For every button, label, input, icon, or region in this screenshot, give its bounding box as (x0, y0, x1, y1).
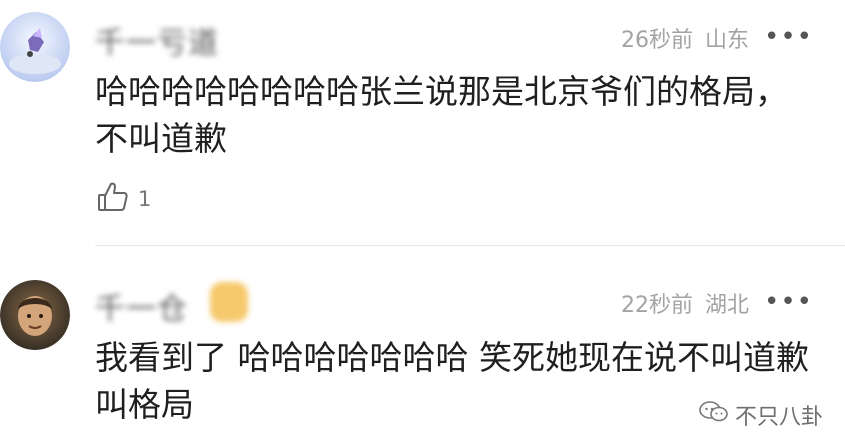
comment-location: 湖北 (704, 293, 749, 318)
more-dots-icon[interactable]: ••• (764, 289, 813, 315)
comment-meta: 22秒前 湖北 (621, 287, 749, 319)
thumbs-up-icon (96, 180, 130, 218)
comment-content: 哈哈哈哈哈哈哈哈张兰说那是北京爷们的格局，不叫道歉 (95, 72, 788, 158)
more-dots-icon[interactable]: ••• (764, 24, 813, 50)
avatar[interactable] (0, 280, 70, 350)
comment-meta: 26秒前 山东 (621, 22, 749, 54)
avatar[interactable] (0, 12, 70, 82)
divider (95, 245, 845, 246)
like-count: 1 (138, 187, 152, 211)
like-button[interactable]: 1 (96, 180, 151, 218)
username[interactable]: 千一仓 (95, 284, 188, 328)
comment-time: 26秒前 (620, 28, 693, 53)
comment-item: 千一亏道 26秒前 山东 ••• 哈哈哈哈哈哈哈哈张兰说那是北京爷们的格局，不叫道… (0, 0, 845, 245)
watermark-text: 不只八卦 (734, 405, 823, 430)
username[interactable]: 千一亏道 (95, 18, 219, 62)
comment-time: 22秒前 (620, 293, 693, 318)
comment-location: 山东 (704, 28, 749, 53)
watermark: 不只八卦 (699, 399, 823, 431)
emoji-badge (210, 282, 248, 322)
wechat-logo-icon (699, 400, 735, 430)
